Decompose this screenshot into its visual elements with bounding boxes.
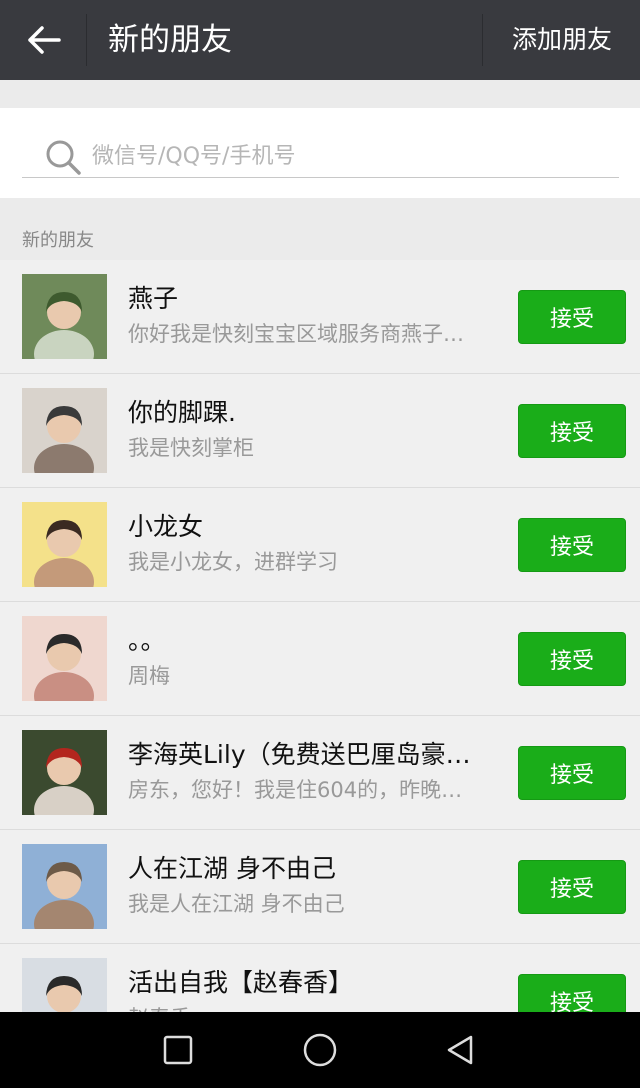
request-name: 你的脚踝.	[128, 398, 236, 427]
triangle-back-icon	[447, 1035, 473, 1065]
friend-request-row[interactable]: 。。 周梅 接受	[0, 602, 640, 716]
top-bar: 新的朋友 添加朋友	[0, 0, 640, 80]
avatar[interactable]	[22, 388, 107, 473]
request-message: 我是人在江湖 身不由己	[128, 892, 345, 916]
accept-button[interactable]: 接受	[518, 290, 626, 344]
request-name: 。。	[128, 626, 166, 655]
friend-request-row[interactable]: 李海英Lily（免费送巴厘岛豪… 房东，您好！我是住604的，昨晚… 接受	[0, 716, 640, 830]
friend-request-row[interactable]: 燕子 你好我是快刻宝宝区域服务商燕子… 接受	[0, 260, 640, 374]
request-name: 活出自我【赵春香】	[128, 968, 354, 997]
accept-button[interactable]: 接受	[518, 404, 626, 458]
circle-home-icon	[303, 1033, 337, 1067]
back-nav-button[interactable]	[440, 1030, 480, 1070]
back-button[interactable]	[22, 18, 66, 62]
friend-request-row[interactable]: 你的脚踝. 我是快刻掌柜 接受	[0, 374, 640, 488]
request-message: 周梅	[128, 664, 170, 688]
page-title: 新的朋友	[108, 22, 232, 58]
back-arrow-icon	[28, 26, 61, 54]
add-friend-button[interactable]: 添加朋友	[500, 18, 624, 62]
request-message: 我是小龙女，进群学习	[128, 550, 338, 574]
request-name: 小龙女	[128, 512, 204, 541]
friend-request-row[interactable]: 人在江湖 身不由己 我是人在江湖 身不由己 接受	[0, 830, 640, 944]
accept-button[interactable]: 接受	[518, 518, 626, 572]
recents-button[interactable]	[158, 1030, 198, 1070]
search-field	[22, 130, 619, 178]
request-name: 燕子	[128, 284, 179, 313]
section-title: 新的朋友	[22, 230, 94, 251]
avatar[interactable]	[22, 274, 107, 359]
friend-request-row[interactable]: 小龙女 我是小龙女，进群学习 接受	[0, 488, 640, 602]
request-message: 你好我是快刻宝宝区域服务商燕子…	[128, 322, 464, 346]
request-name: 李海英Lily（免费送巴厘岛豪…	[128, 740, 471, 769]
avatar[interactable]	[22, 616, 107, 701]
avatar[interactable]	[22, 502, 107, 587]
accept-button[interactable]: 接受	[518, 632, 626, 686]
avatar[interactable]	[22, 730, 107, 815]
accept-button[interactable]: 接受	[518, 746, 626, 800]
request-name: 人在江湖 身不由己	[128, 854, 336, 883]
friend-request-list: 燕子 你好我是快刻宝宝区域服务商燕子… 接受 你的脚踝. 我是快刻掌柜 接受 小…	[0, 260, 640, 1058]
request-message: 我是快刻掌柜	[128, 436, 254, 460]
system-nav-bar	[0, 1012, 640, 1088]
home-button[interactable]	[300, 1030, 340, 1070]
accept-button[interactable]: 接受	[518, 860, 626, 914]
search-input[interactable]	[92, 138, 592, 174]
search-icon	[46, 140, 81, 175]
header-divider	[482, 14, 483, 66]
header-divider	[86, 14, 87, 66]
avatar[interactable]	[22, 844, 107, 929]
search-box	[0, 108, 640, 198]
square-recents-icon	[163, 1035, 193, 1065]
request-message: 房东，您好！我是住604的，昨晚…	[128, 778, 463, 802]
